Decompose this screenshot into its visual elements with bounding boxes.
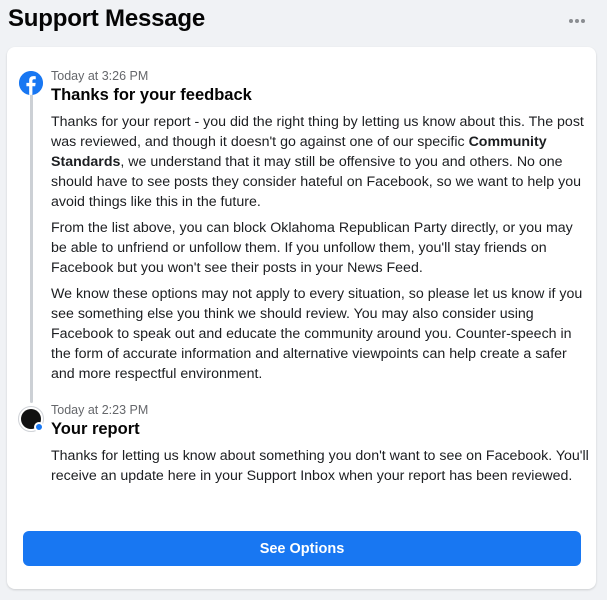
user-avatar-icon bbox=[18, 406, 44, 432]
message-timestamp: Today at 3:26 PM bbox=[51, 69, 149, 83]
timeline-line bbox=[30, 93, 33, 403]
message-timestamp: Today at 2:23 PM bbox=[51, 403, 149, 417]
more-dot bbox=[581, 19, 585, 23]
message-body: Thanks for your report - you did the rig… bbox=[51, 112, 591, 384]
message-card: Today at 3:26 PM Thanks for your feedbac… bbox=[7, 47, 596, 589]
message-paragraph: From the list above, you can block Oklah… bbox=[51, 220, 573, 276]
see-options-button[interactable]: See Options bbox=[23, 531, 581, 566]
more-dot bbox=[575, 19, 579, 23]
message-paragraph: Thanks for your report - you did the rig… bbox=[51, 112, 591, 212]
message-title: Your report bbox=[51, 420, 140, 438]
message-paragraph: We know these options may not apply to e… bbox=[51, 286, 583, 382]
support-message-page: Support Message Today at 3:26 PM Thanks … bbox=[0, 0, 607, 600]
page-title: Support Message bbox=[8, 5, 206, 32]
message-body: Thanks for letting us know about somethi… bbox=[51, 446, 591, 486]
more-options-icon[interactable] bbox=[566, 12, 588, 30]
message-paragraph: Thanks for letting us know about somethi… bbox=[51, 448, 589, 484]
message-report: Today at 2:23 PM Your report Thanks for … bbox=[51, 403, 591, 492]
message-feedback: Today at 3:26 PM Thanks for your feedbac… bbox=[51, 69, 591, 390]
paragraph-text: , we understand that it may still be off… bbox=[51, 154, 582, 210]
message-title: Thanks for your feedback bbox=[51, 86, 252, 104]
more-dot bbox=[569, 19, 573, 23]
facebook-logo-icon bbox=[19, 71, 43, 95]
report-badge-icon bbox=[34, 422, 44, 432]
